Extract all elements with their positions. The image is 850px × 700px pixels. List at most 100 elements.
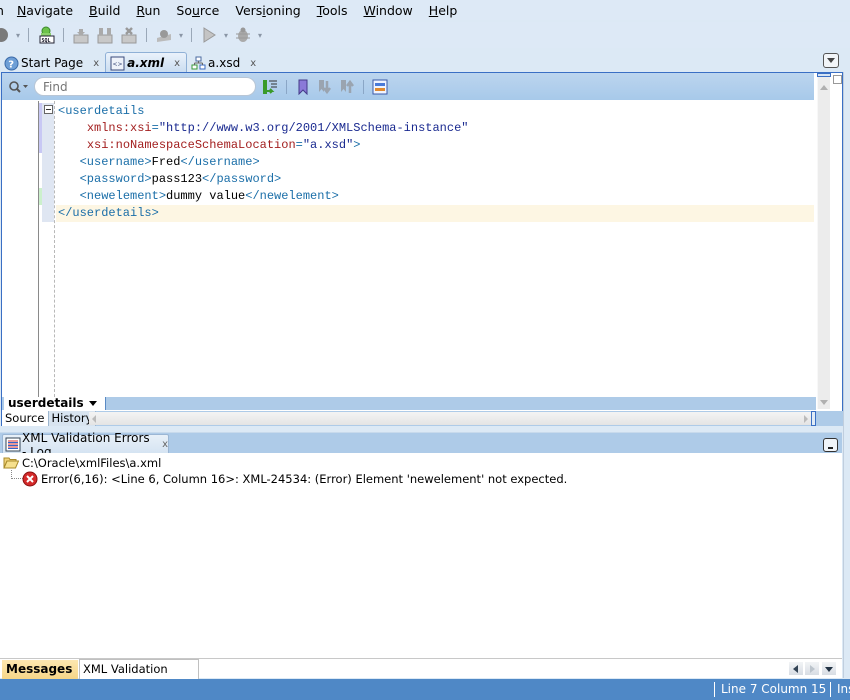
log-error-node[interactable]: Error(6,16): <Line 6, Column 16>: XML-24… — [22, 470, 567, 487]
code-line: <password>pass123</password> — [79, 172, 282, 186]
fold-guide — [54, 101, 55, 397]
menu-help[interactable]: Help — [429, 3, 458, 18]
tab-list-dropdown-button[interactable] — [823, 53, 839, 68]
split-handle[interactable] — [817, 73, 831, 77]
toggle-find-icon[interactable] — [262, 79, 278, 95]
structure-icon[interactable] — [372, 79, 388, 95]
toolbar-separator — [28, 28, 30, 42]
error-message: Error(6,16): <Line 6, Column 16>: XML-24… — [41, 471, 568, 486]
back-dropdown-icon[interactable]: ▾ — [16, 31, 20, 40]
run-dropdown-icon[interactable]: ▾ — [224, 31, 228, 40]
sql-worksheet-icon[interactable]: SQL — [37, 26, 55, 44]
code-editor[interactable]: <userdetails xmlns:xsi="http://www.w3.or… — [2, 101, 814, 397]
editor-tab-strip: ? Start Page x <> a.xml x a.xsd x — [0, 52, 820, 73]
chevron-down-icon[interactable] — [88, 401, 97, 406]
run-icon[interactable] — [200, 26, 218, 44]
insert-mode[interactable]: Ins — [830, 682, 850, 697]
toolbar: ▾ SQL ▾ ▾ ▾ — [0, 22, 850, 48]
toolbar-separator — [63, 28, 65, 42]
status-bar: Line 7 Column 15 Ins — [0, 679, 850, 700]
next-bookmark-icon[interactable] — [317, 79, 333, 95]
scroll-up-icon[interactable] — [820, 85, 828, 90]
scroll-right-icon[interactable] — [804, 415, 808, 423]
svg-text:?: ? — [8, 59, 14, 70]
svg-text:<>: <> — [113, 61, 123, 68]
breadcrumb[interactable]: userdetails — [4, 397, 106, 410]
debug-dropdown-icon[interactable]: ▾ — [258, 31, 262, 40]
rebuild-icon[interactable] — [96, 26, 114, 44]
folder-open-icon — [3, 456, 20, 469]
gutter-divider — [38, 101, 39, 397]
menu-build[interactable]: Build — [89, 3, 120, 18]
prev-bookmark-icon[interactable] — [339, 79, 355, 95]
svg-text:SQL: SQL — [42, 38, 51, 44]
split-handle[interactable] — [811, 411, 816, 426]
menu-bar: n Navigate Build Run Source Versioning Tools Wi… — [0, 0, 850, 20]
window-edge — [843, 72, 850, 678]
breadcrumb-bar: userdetails — [2, 397, 816, 410]
vertical-scrollbar[interactable] — [817, 73, 830, 409]
findbar-separator — [286, 79, 287, 94]
view-tab-strip: Source History — [2, 411, 844, 426]
menu-run[interactable]: Run — [136, 3, 160, 18]
fold-region — [42, 103, 54, 222]
code-line: </userdetails> — [58, 206, 159, 220]
scroll-left-icon[interactable] — [92, 415, 96, 423]
log-file-path: C:\Oracle\xmlFiles\a.xml — [22, 455, 162, 470]
tab-xml-validation-errors[interactable]: XML Validation Errors × — [79, 659, 199, 695]
horizontal-scrollbar[interactable] — [89, 412, 811, 425]
editor-pane: <userdetails xmlns:xsi="http://www.w3.or… — [1, 72, 844, 426]
tab-label: a.xml — [127, 56, 165, 70]
close-tab-icon[interactable]: x — [250, 58, 256, 69]
debug-icon[interactable] — [234, 26, 252, 44]
cursor-position: Line 7 Column 15 — [714, 682, 826, 697]
log-output: C:\Oracle\xmlFiles\a.xml Error(6,16): <L… — [0, 453, 842, 658]
log-file-node[interactable]: C:\Oracle\xmlFiles\a.xml — [3, 454, 161, 471]
code-line: <username>Fred</username> — [79, 155, 260, 169]
find-input[interactable] — [34, 77, 256, 96]
tab-label: a.xsd — [208, 56, 241, 70]
refactor-dropdown-icon[interactable]: ▾ — [179, 31, 183, 40]
code-line: <newelement>dummy value</newelement> — [79, 189, 339, 203]
menu-window[interactable]: Window — [363, 3, 412, 18]
tab-start-page[interactable]: ? Start Page x — [0, 53, 105, 73]
tab-list-dropdown-icon[interactable] — [822, 662, 836, 675]
make-icon[interactable] — [72, 26, 90, 44]
menu-navigate[interactable]: Navigate — [17, 3, 73, 18]
error-icon — [22, 471, 38, 487]
refactor-icon[interactable] — [155, 26, 173, 44]
xsd-schema-icon — [191, 56, 206, 71]
scroll-tabs-right-icon[interactable] — [805, 662, 819, 675]
close-tab-icon[interactable]: x — [93, 58, 99, 69]
bookmark-icon[interactable] — [295, 79, 311, 95]
tab-source[interactable]: Source — [2, 411, 49, 426]
toolbar-separator — [191, 28, 193, 42]
menu-source[interactable]: Source — [176, 3, 219, 18]
menu-n[interactable]: n — [0, 3, 4, 18]
minimize-panel-button[interactable] — [823, 438, 838, 452]
tab-a-xsd[interactable]: a.xsd x — [187, 53, 262, 73]
log-icon — [5, 437, 21, 452]
tab-xml-validation-log[interactable]: XML Validation Errors - Log x — [2, 431, 169, 459]
collapse-fold-icon[interactable] — [44, 105, 53, 114]
code-line: xsi:noNamespaceSchemaLocation="a.xsd"> — [86, 138, 361, 152]
breadcrumb-label: userdetails — [8, 396, 84, 410]
log-panel-header: XML Validation Errors - Log x — [0, 431, 842, 459]
menu-tools[interactable]: Tools — [317, 3, 348, 18]
tab-messages[interactable]: Messages — [2, 660, 78, 679]
close-tab-icon[interactable]: x — [174, 58, 180, 69]
help-icon: ? — [4, 56, 19, 71]
scroll-down-icon[interactable] — [820, 400, 828, 405]
error-stripe-status-icon — [833, 75, 842, 84]
code-line: <userdetails — [58, 104, 145, 118]
xml-file-icon: <> — [110, 56, 125, 71]
find-bar — [2, 73, 814, 100]
menu-versioning[interactable]: Versioning — [235, 3, 300, 18]
back-icon[interactable] — [0, 26, 10, 44]
toolbar-separator — [146, 28, 148, 42]
search-icon[interactable] — [8, 80, 30, 94]
tab-a-xml[interactable]: <> a.xml x — [105, 52, 188, 73]
clean-icon[interactable] — [120, 26, 138, 44]
close-tab-icon[interactable]: x — [162, 439, 168, 450]
scroll-tabs-left-icon[interactable] — [789, 662, 803, 675]
